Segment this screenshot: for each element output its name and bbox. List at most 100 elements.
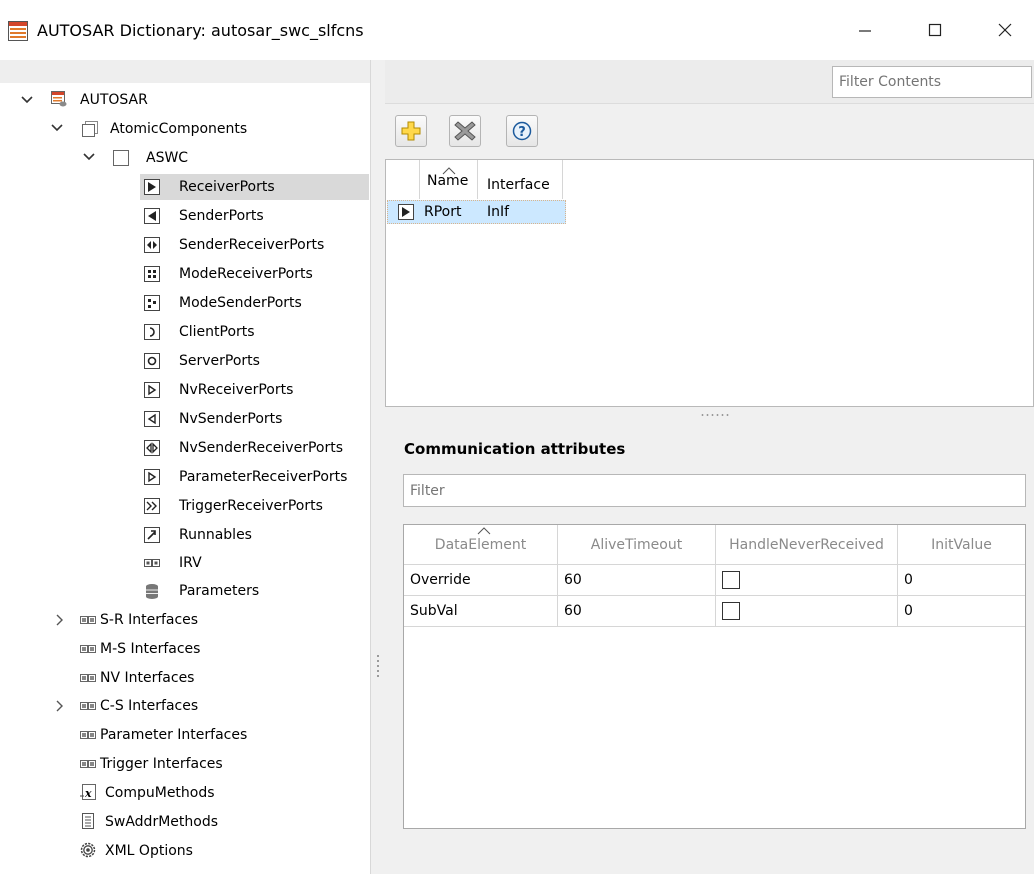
alive-timeout-cell[interactable]: 60 bbox=[558, 596, 716, 627]
irv-icon bbox=[144, 559, 160, 567]
tree-item-xml-options[interactable]: XML Options bbox=[80, 838, 193, 864]
svg-text:x: x bbox=[84, 787, 92, 800]
tree-item-label: Runnables bbox=[179, 527, 252, 543]
tree-item-mode-receiver-ports[interactable]: ModeReceiverPorts bbox=[140, 261, 313, 287]
tree-item-label: C-S Interfaces bbox=[100, 698, 199, 714]
mode-sender-port-icon bbox=[144, 295, 160, 311]
port-name-cell: RPort bbox=[424, 204, 462, 220]
app-icon bbox=[8, 21, 28, 41]
tree-item-label: AUTOSAR bbox=[80, 92, 148, 108]
svg-text:?: ? bbox=[518, 125, 526, 140]
column-header-name[interactable]: Name bbox=[427, 173, 468, 189]
tree-item-label: NvSenderPorts bbox=[179, 411, 283, 427]
tree-item-nv-sender-ports[interactable]: NvSenderPorts bbox=[140, 406, 282, 432]
column-header-handle-never-received[interactable]: HandleNeverReceived bbox=[716, 525, 898, 565]
column-header-blank bbox=[386, 160, 420, 199]
communication-attributes-heading: Communication attributes bbox=[404, 440, 626, 458]
splitter-grip bbox=[377, 665, 379, 667]
tree-item-label: AtomicComponents bbox=[110, 121, 248, 137]
splitter-grip bbox=[377, 660, 379, 662]
tree-item-aswc[interactable]: ASWC bbox=[146, 145, 188, 171]
splitter-grip bbox=[377, 675, 379, 677]
tree-item-receiver-ports[interactable]: ReceiverPorts bbox=[140, 174, 369, 200]
init-value-cell[interactable]: 0 bbox=[898, 565, 1025, 596]
tree-item-client-ports[interactable]: ClientPorts bbox=[140, 319, 255, 345]
interface-icon bbox=[80, 731, 96, 739]
tree-item-runnables[interactable]: Runnables bbox=[140, 522, 252, 548]
add-button[interactable] bbox=[395, 115, 427, 147]
tree-item-irv[interactable]: IRV bbox=[140, 550, 202, 576]
horizontal-splitter-grip[interactable] bbox=[700, 413, 730, 417]
tree-pane-header bbox=[0, 60, 370, 83]
receiver-port-icon bbox=[398, 204, 414, 220]
tree-item-parameter-interfaces[interactable]: Parameter Interfaces bbox=[80, 722, 247, 748]
interface-icon bbox=[80, 702, 96, 710]
tree-item-label: XML Options bbox=[105, 843, 193, 859]
tree-item-autosar[interactable]: AUTOSAR bbox=[80, 87, 148, 113]
chevron-down-icon[interactable] bbox=[50, 121, 64, 135]
interface-icon bbox=[80, 645, 96, 653]
column-header-init-value[interactable]: InitValue bbox=[898, 525, 1025, 565]
tree-item-label: IRV bbox=[179, 555, 202, 571]
title-bar: AUTOSAR Dictionary: autosar_swc_slfcns bbox=[0, 0, 1034, 61]
delete-button[interactable] bbox=[449, 115, 481, 147]
tree-item-label: SenderPorts bbox=[179, 208, 264, 224]
window-title: AUTOSAR Dictionary: autosar_swc_slfcns bbox=[37, 21, 364, 40]
chevron-right-icon[interactable] bbox=[52, 613, 66, 627]
data-element-cell[interactable]: SubVal bbox=[404, 596, 558, 627]
tree-item-parameter-receiver-ports[interactable]: ParameterReceiverPorts bbox=[140, 464, 347, 490]
tree-item-label: ModeReceiverPorts bbox=[179, 266, 313, 282]
tree-item-label: SenderReceiverPorts bbox=[179, 237, 325, 253]
nv-receiver-port-icon bbox=[144, 382, 160, 398]
tree-item-sender-ports[interactable]: SenderPorts bbox=[140, 203, 264, 229]
tree-item-nv-receiver-ports[interactable]: NvReceiverPorts bbox=[140, 377, 293, 403]
tree-item-compu-methods[interactable]: x CompuMethods bbox=[80, 780, 215, 806]
data-element-cell[interactable]: Override bbox=[404, 565, 558, 596]
tree-item-nv-sender-receiver-ports[interactable]: NvSenderReceiverPorts bbox=[140, 435, 343, 461]
nv-sender-port-icon bbox=[144, 411, 160, 427]
column-header-interface[interactable]: Interface bbox=[477, 160, 563, 199]
column-header-alive-timeout[interactable]: AliveTimeout bbox=[558, 525, 716, 565]
minimize-icon bbox=[859, 30, 871, 32]
tree-item-server-ports[interactable]: ServerPorts bbox=[140, 348, 260, 374]
add-icon bbox=[401, 121, 421, 141]
chevron-down-icon[interactable] bbox=[20, 93, 34, 107]
maximize-button[interactable] bbox=[915, 14, 955, 46]
parameter-receiver-port-icon bbox=[144, 469, 160, 485]
tree-item-sr-interfaces[interactable]: S-R Interfaces bbox=[80, 607, 198, 633]
mode-receiver-port-icon bbox=[144, 266, 160, 282]
minimize-button[interactable] bbox=[845, 14, 885, 46]
close-button[interactable] bbox=[985, 14, 1025, 46]
tree-item-cs-interfaces[interactable]: C-S Interfaces bbox=[80, 693, 198, 719]
help-button[interactable]: ? bbox=[506, 115, 538, 147]
interface-icon bbox=[80, 674, 96, 682]
tree-item-swaddr-methods[interactable]: SwAddrMethods bbox=[80, 809, 218, 835]
delete-icon bbox=[454, 121, 476, 141]
communication-attributes-table: DataElement AliveTimeout HandleNeverRece… bbox=[403, 524, 1026, 829]
handle-never-received-checkbox[interactable] bbox=[722, 602, 740, 620]
tree-item-sender-receiver-ports[interactable]: SenderReceiverPorts bbox=[140, 232, 324, 258]
maximize-icon bbox=[928, 23, 942, 37]
filter-contents-input[interactable] bbox=[832, 66, 1032, 98]
tree-item-atomic-components[interactable]: AtomicComponents bbox=[110, 116, 247, 142]
chevron-right-icon[interactable] bbox=[52, 699, 66, 713]
attributes-filter-input[interactable] bbox=[403, 474, 1026, 507]
handle-never-received-checkbox[interactable] bbox=[722, 571, 740, 589]
pane-splitter[interactable] bbox=[370, 60, 386, 874]
tree-item-mode-sender-ports[interactable]: ModeSenderPorts bbox=[140, 290, 302, 316]
tree-item-nv-interfaces[interactable]: NV Interfaces bbox=[80, 665, 194, 691]
tree-item-parameters[interactable]: Parameters bbox=[140, 578, 259, 604]
tree-item-label: ParameterReceiverPorts bbox=[179, 469, 348, 485]
alive-timeout-cell[interactable]: 60 bbox=[558, 565, 716, 596]
tree-item-label: Parameters bbox=[179, 583, 260, 599]
tree-item-trigger-interfaces[interactable]: Trigger Interfaces bbox=[80, 751, 223, 777]
table-row[interactable]: RPort InIf bbox=[387, 200, 566, 224]
init-value-cell[interactable]: 0 bbox=[898, 596, 1025, 627]
component-icon bbox=[113, 150, 129, 166]
gear-icon bbox=[80, 842, 96, 858]
tree-item-label: CompuMethods bbox=[105, 785, 215, 801]
column-header-data-element[interactable]: DataElement bbox=[404, 525, 558, 565]
tree-item-trigger-receiver-ports[interactable]: TriggerReceiverPorts bbox=[140, 493, 323, 519]
chevron-down-icon[interactable] bbox=[82, 150, 96, 164]
tree-item-ms-interfaces[interactable]: M-S Interfaces bbox=[80, 636, 200, 662]
